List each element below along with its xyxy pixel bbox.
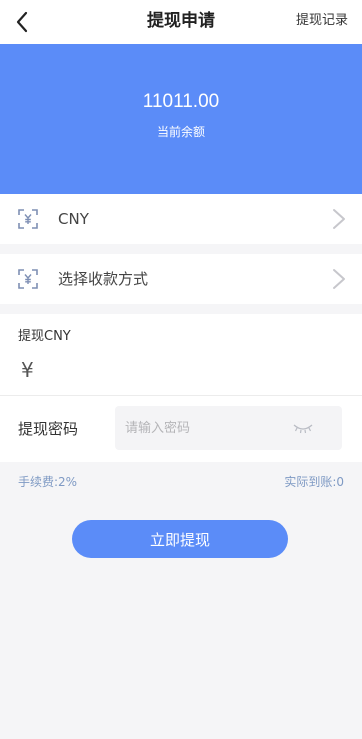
fee-rate: 手续费:2% <box>18 475 78 489</box>
amount-section: 提现CNY ¥ <box>0 314 362 396</box>
balance-amount: 11011.00 <box>142 91 220 112</box>
balance-label: 当前余额 <box>156 125 205 139</box>
eye-closed-icon[interactable] <box>292 422 314 434</box>
withdraw-submit-button[interactable]: 立即提现 <box>72 520 288 558</box>
header-bar: 提现申请 提现记录 <box>0 0 362 44</box>
actual-received: 实际到账:0 <box>284 475 344 489</box>
back-button[interactable] <box>8 8 36 36</box>
payment-method-row[interactable]: 选择收款方式 <box>0 254 362 304</box>
password-input[interactable] <box>125 406 285 450</box>
currency-label: CNY <box>58 210 89 228</box>
password-label: 提现密码 <box>18 420 79 438</box>
chevron-right-icon <box>333 209 345 229</box>
balance-banner: 11011.00 当前余额 <box>0 44 362 194</box>
amount-input[interactable] <box>48 358 338 386</box>
scan-yuan-icon <box>18 269 38 289</box>
chevron-left-icon <box>16 11 28 33</box>
amount-title: 提现CNY <box>18 329 71 344</box>
fee-info: 手续费:2% 实际到账:0 <box>0 462 362 498</box>
withdraw-page: 提现申请 提现记录 11011.00 当前余额 CNY 选择收款方式 提现CNY… <box>0 0 362 739</box>
password-field-box <box>115 406 342 450</box>
password-section: 提现密码 <box>0 396 362 462</box>
currency-symbol: ¥ <box>21 358 34 382</box>
chevron-right-icon <box>333 269 345 289</box>
withdraw-records-link[interactable]: 提现记录 <box>296 0 348 44</box>
currency-select-row[interactable]: CNY <box>0 194 362 244</box>
scan-yuan-icon <box>18 209 38 229</box>
payment-method-label: 选择收款方式 <box>58 270 149 288</box>
